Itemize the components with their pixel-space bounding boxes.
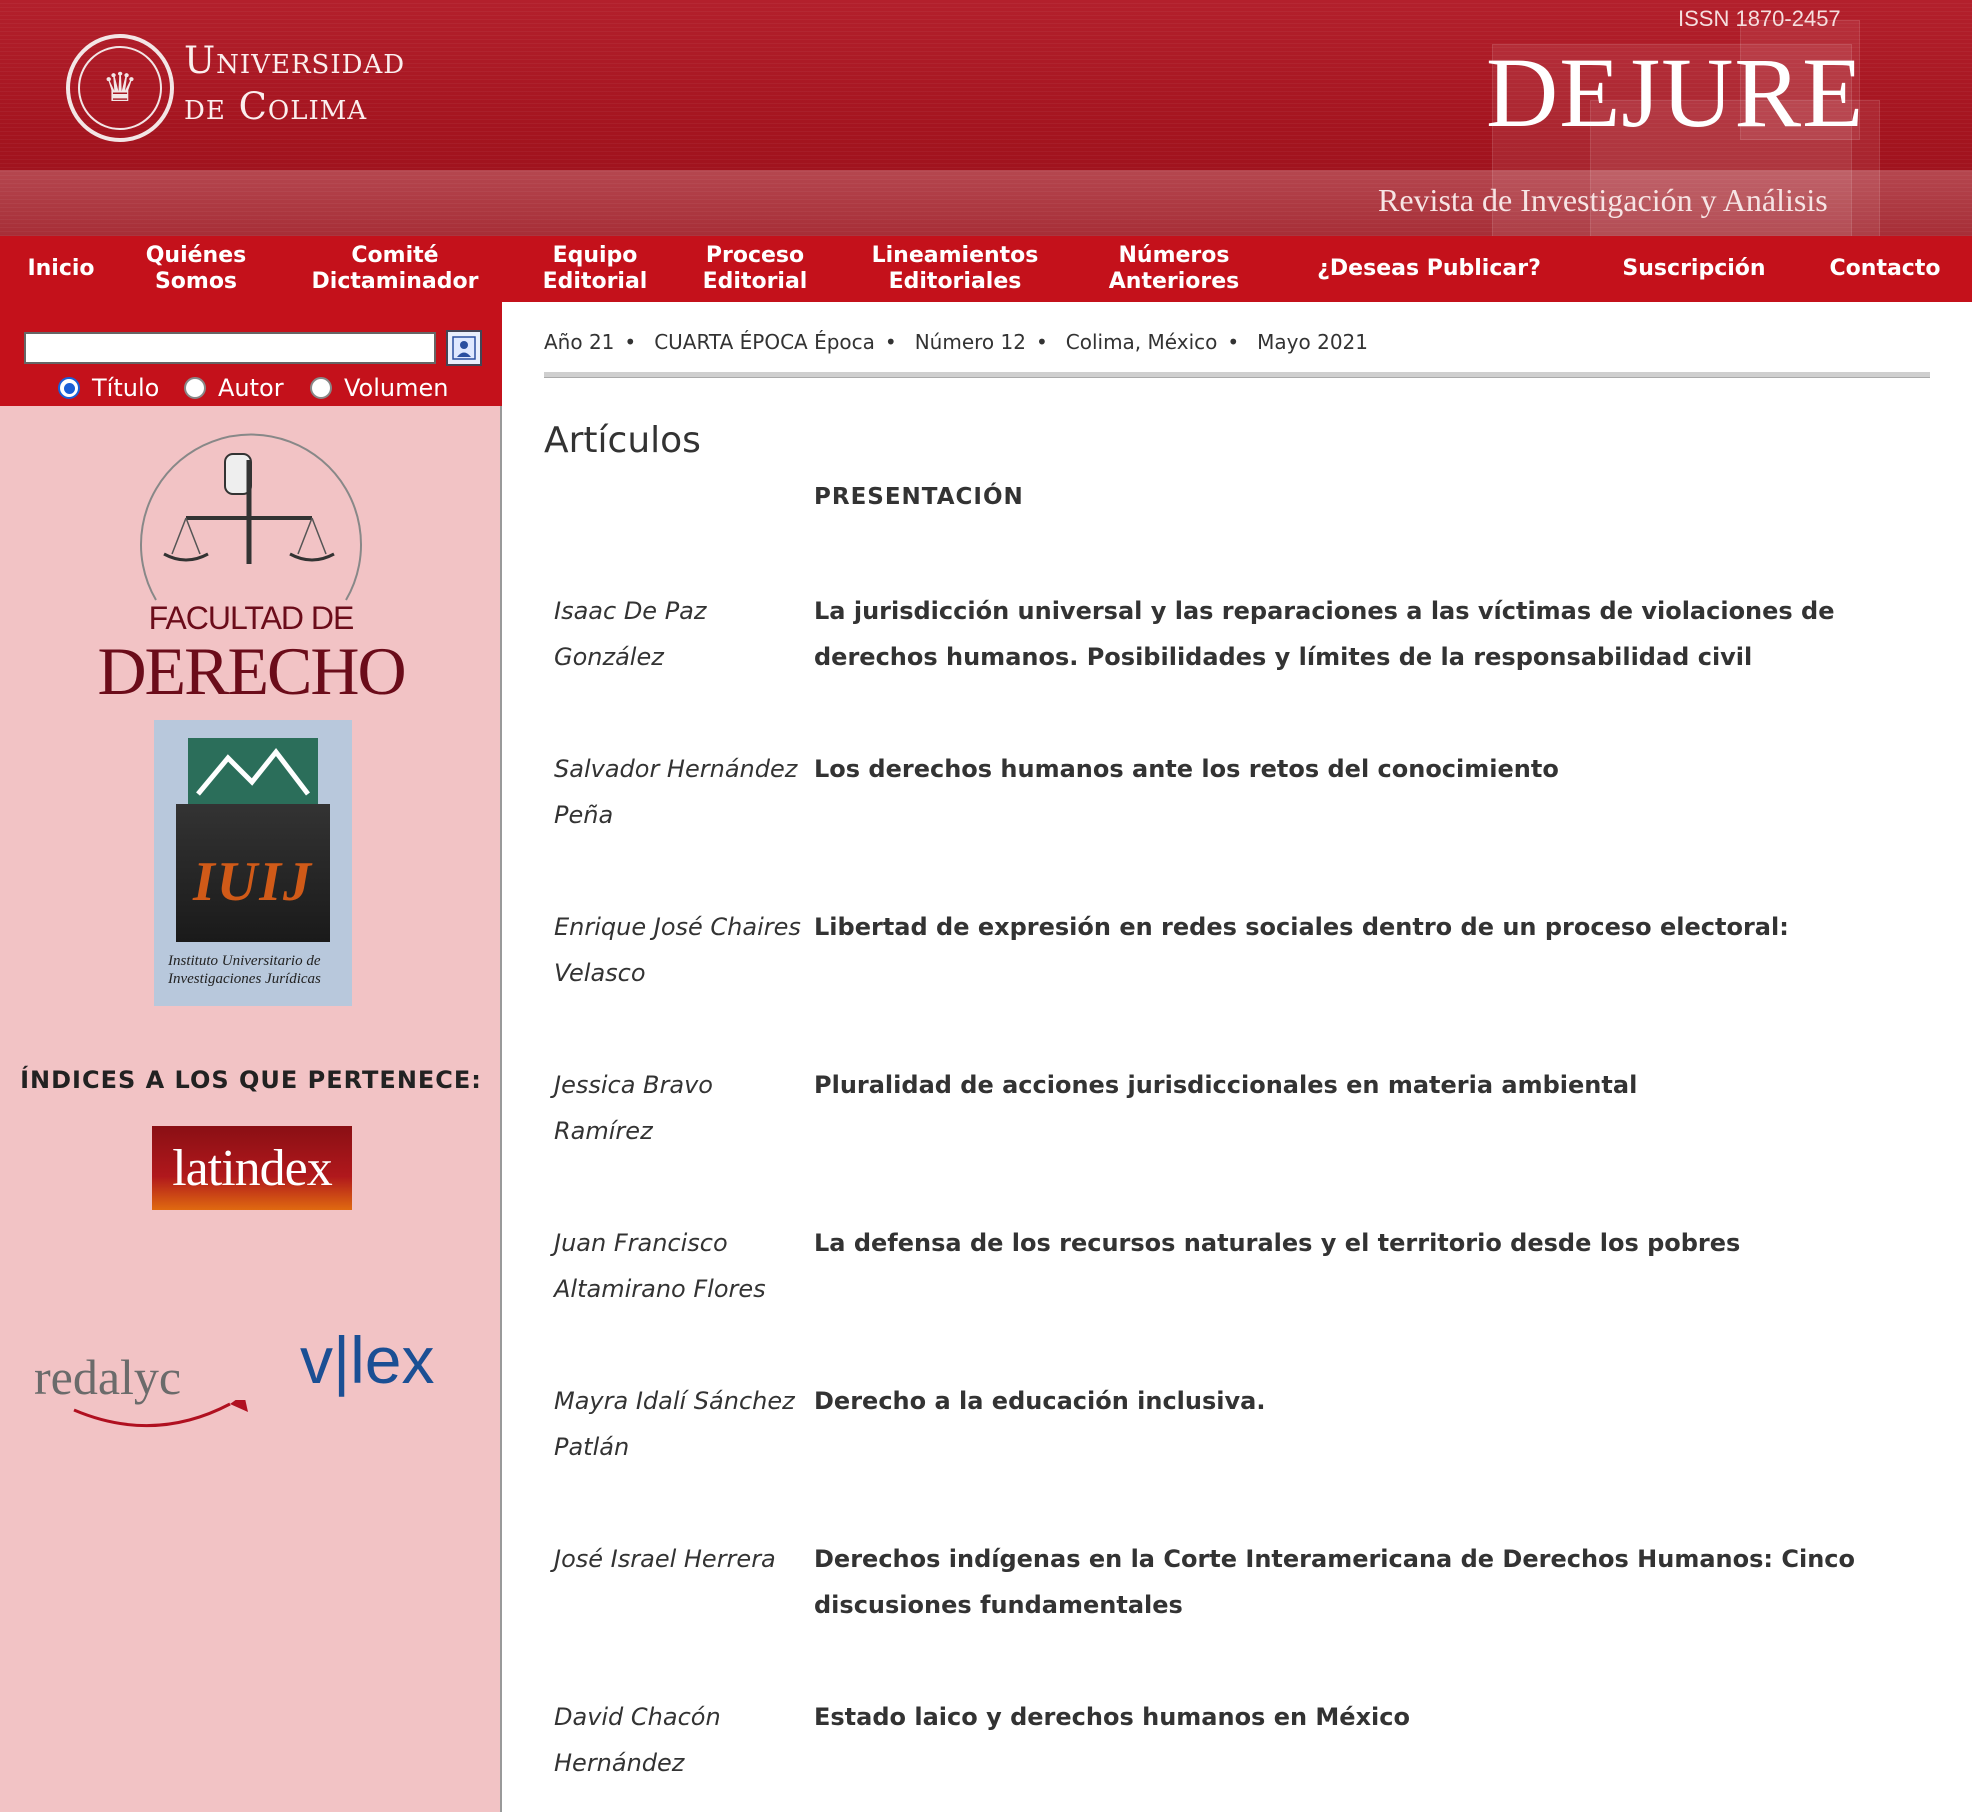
issue-epoch: CUARTA ÉPOCA Época — [654, 330, 875, 354]
indices-heading: ÍNDICES A LOS QUE PERTENECE: — [20, 1066, 482, 1094]
article-title-link[interactable]: Libertad de expresión en redes sociales … — [814, 904, 1934, 950]
radio-volumen-label: Volumen — [344, 374, 449, 402]
article-title-link[interactable]: Los derechos humanos ante los retos del … — [814, 746, 1934, 792]
article-item: Enrique José Chaires Velasco Libertad de… — [544, 904, 1934, 1014]
university-name-line1: Universidad — [184, 39, 406, 82]
university-name[interactable]: Universidad de Colima — [184, 38, 405, 130]
radio-autor-label: Autor — [218, 374, 284, 402]
search-button[interactable] — [446, 330, 482, 366]
bullet-icon: • — [624, 330, 637, 354]
article-item: Juan Francisco Altamirano Flores La defe… — [544, 1220, 1934, 1330]
mountain-icon — [188, 738, 318, 804]
article-item: Salvador Hernández Peña Los derechos hum… — [544, 746, 1934, 856]
sidebar: Título Autor Volumen FACULTAD DE DERECHO — [0, 302, 502, 1812]
bullet-icon: • — [884, 330, 897, 354]
eagle-crest-icon: ♛ — [78, 46, 162, 130]
divider — [544, 372, 1930, 378]
issue-year: Año 21 — [544, 330, 615, 354]
bullet-icon: • — [1227, 330, 1240, 354]
article-author: Juan Francisco Altamirano Flores — [554, 1229, 766, 1303]
search-input[interactable] — [24, 332, 436, 364]
radio-autor[interactable]: Autor — [184, 374, 284, 402]
article-author: David Chacón Hernández — [554, 1703, 721, 1777]
nav-item-equipo-editorial[interactable]: Equipo Editorial — [530, 242, 660, 296]
journal-logo[interactable]: DEJURE — [1486, 38, 1864, 148]
radio-titulo[interactable]: Título — [58, 374, 159, 402]
main-nav: Inicio Quiénes Somos Comité Dictaminador… — [0, 236, 1972, 302]
article-title-link[interactable]: Derecho a la educación inclusiva. — [814, 1378, 1934, 1424]
article-item: José Israel Herrera Derechos indígenas e… — [544, 1536, 1934, 1646]
issue-info: Año 21 • CUARTA ÉPOCA Época • Número 12 • C… — [544, 330, 1368, 354]
site-header: ♛ Universidad de Colima ISSN 1870-2457 D… — [0, 0, 1972, 236]
radio-titulo-button[interactable] — [58, 377, 80, 399]
nav-item-lineamientos-editoriales[interactable]: Lineamientos Editoriales — [858, 242, 1052, 296]
article-author: Enrique José Chaires Velasco — [554, 913, 801, 987]
latindex-logo[interactable]: latindex — [152, 1126, 352, 1210]
search-person-icon — [452, 336, 476, 360]
redalyc-logo[interactable]: redalyc — [34, 1348, 264, 1428]
scales-of-justice-icon — [140, 433, 362, 601]
article-author: Salvador Hernández Peña — [554, 755, 798, 829]
article-author: Isaac De Paz González — [554, 597, 707, 671]
university-name-line2: de Colima — [184, 85, 368, 128]
article-item: Jessica Bravo Ramírez Pluralidad de acci… — [544, 1062, 1934, 1172]
nav-item-comite-dictaminador[interactable]: Comité Dictaminador — [300, 242, 490, 296]
iuij-logo[interactable]: IUIJ Instituto Universitario de Investig… — [154, 720, 352, 1006]
article-item: David Chacón Hernández Estado laico y de… — [544, 1694, 1934, 1804]
section-title: Artículos — [544, 420, 701, 461]
radio-titulo-label: Título — [92, 374, 160, 402]
radio-volumen[interactable]: Volumen — [310, 374, 448, 402]
article-author: Jessica Bravo Ramírez — [554, 1071, 713, 1145]
article-title-link[interactable]: Derechos indígenas en la Corte Interamer… — [814, 1536, 1934, 1628]
kite-swoosh-icon — [73, 1400, 248, 1428]
search-panel: Título Autor Volumen — [0, 302, 502, 406]
nav-item-numeros-anteriores[interactable]: Números Anteriores — [1092, 242, 1256, 296]
article-author: José Israel Herrera — [554, 1545, 776, 1573]
iuij-letters: IUIJ — [192, 851, 314, 913]
article-item: Isaac De Paz González La jurisdicción un… — [544, 588, 1934, 698]
article-title-link[interactable]: La jurisdicción universal y las reparaci… — [814, 588, 1934, 680]
journal-subtitle: Revista de Investigación y Análisis — [1378, 182, 1828, 218]
nav-item-contacto[interactable]: Contacto — [1820, 242, 1950, 296]
nav-item-deseas-publicar[interactable]: ¿Deseas Publicar? — [1304, 242, 1554, 296]
article-item: Mayra Idalí Sánchez Patlán Derecho a la … — [544, 1378, 1934, 1488]
nav-item-suscripcion[interactable]: Suscripción — [1610, 242, 1778, 296]
nav-item-proceso-editorial[interactable]: Proceso Editorial — [688, 242, 822, 296]
university-seal-logo[interactable]: ♛ — [66, 34, 174, 142]
radio-volumen-button[interactable] — [310, 377, 332, 399]
issue-date: Mayo 2021 — [1257, 330, 1368, 354]
article-author: Mayra Idalí Sánchez Patlán — [554, 1387, 795, 1461]
main-content: Año 21 • CUARTA ÉPOCA Época • Número 12 • C… — [544, 302, 1934, 1812]
presentation-link[interactable]: PRESENTACIÓN — [814, 484, 1024, 510]
issue-number: Número 12 — [914, 330, 1026, 354]
article-title-link[interactable]: Estado laico y derechos humanos en Méxic… — [814, 1694, 1934, 1740]
derecho-label: DERECHO — [97, 633, 406, 709]
issue-place: Colima, México — [1065, 330, 1218, 354]
nav-item-inicio[interactable]: Inicio — [14, 242, 108, 296]
redalyc-label: redalyc — [34, 1349, 182, 1405]
article-title-link[interactable]: La defensa de los recursos naturales y e… — [814, 1220, 1934, 1266]
facultad-derecho-logo[interactable]: FACULTAD DE DERECHO — [96, 432, 407, 709]
vlex-logo[interactable]: v|lex — [300, 1322, 470, 1402]
iuij-caption: Instituto Universitario de Investigacion… — [168, 953, 321, 987]
issn-label: ISSN 1870-2457 — [1678, 6, 1841, 31]
article-title-link[interactable]: Pluralidad de acciones jurisdiccionales … — [814, 1062, 1934, 1108]
radio-autor-button[interactable] — [184, 377, 206, 399]
nav-item-quienes-somos[interactable]: Quiénes Somos — [128, 242, 264, 296]
bullet-icon: • — [1035, 330, 1048, 354]
